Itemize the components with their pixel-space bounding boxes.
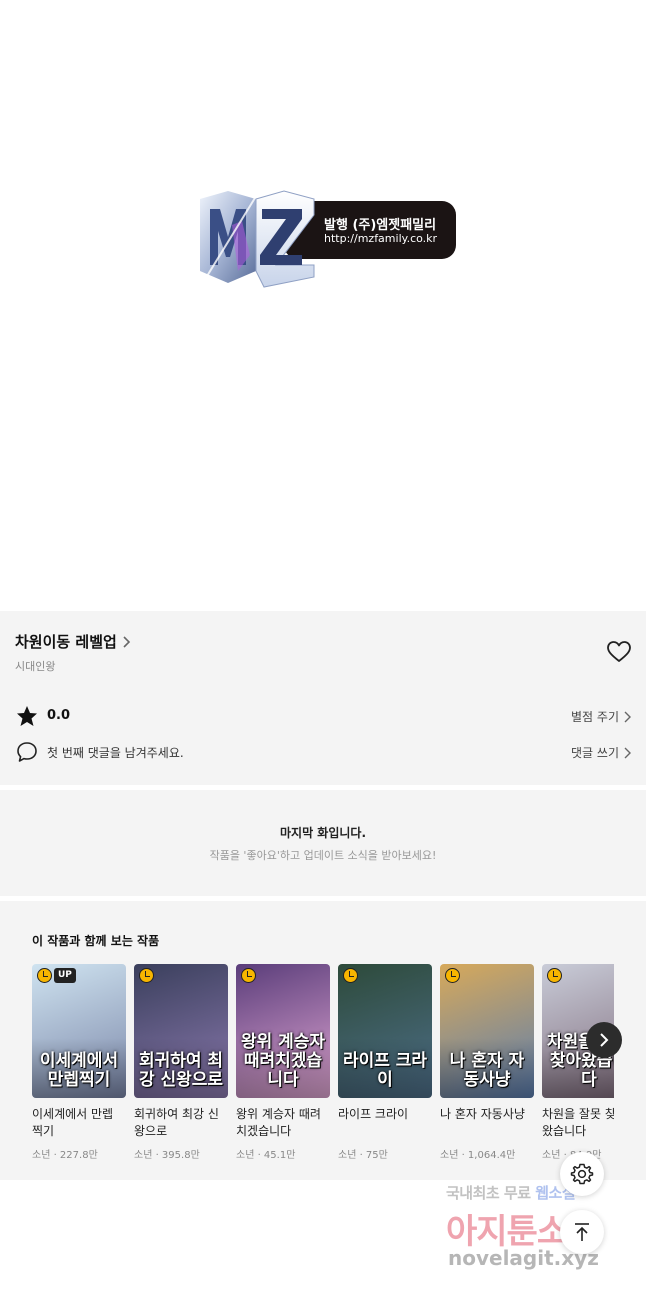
last-episode-notice: 마지막 화입니다. 작품을 '좋아요'하고 업데이트 소식을 받아보세요!: [0, 790, 646, 896]
cover-thumbnail[interactable]: 회귀하여 최강 신왕으로: [134, 964, 228, 1098]
recommendation-title[interactable]: 회귀하여 최강 신왕으로: [134, 1106, 228, 1140]
wait-free-clock-icon: [139, 968, 154, 983]
cover-thumbnail[interactable]: 나 혼자 자동사냥: [440, 964, 534, 1098]
watermark-tagline: 국내최초 무료 웹소설: [446, 1182, 576, 1203]
wait-free-clock-icon: [445, 968, 460, 983]
cover-title-art: 이세계에서 만렙찍기: [39, 1051, 119, 1090]
rating-value: 0.0: [47, 708, 71, 723]
recommendation-card[interactable]: 나 혼자 자동사냥 나 혼자 자동사냥 소년 · 1,064.4만: [440, 964, 534, 1161]
chevron-right-icon: [624, 711, 631, 722]
comment-row: 첫 번째 댓글을 남겨주세요. 댓글 쓰기: [15, 740, 631, 764]
rating-row: 0.0 별점 주기: [15, 704, 631, 728]
episode-info-panel: 차원이동 레벨업 시대인왕 0.0 별점 주기 첫 번째 댓글을 남겨주세요. …: [0, 611, 646, 785]
notice-subtitle: 작품을 '좋아요'하고 업데이트 소식을 받아보세요!: [209, 849, 437, 862]
publisher-name: 발행 (주)엠젯패밀리: [324, 218, 437, 233]
wait-free-clock-icon: [37, 968, 52, 983]
recommendation-title[interactable]: 차원을 잘못 찾아왔습니다: [542, 1106, 614, 1140]
recommendations-heading: 이 작품과 함께 보는 작품: [32, 934, 160, 948]
series-title: 차원이동 레벨업: [15, 633, 117, 651]
recommendations-carousel[interactable]: UP 이세계에서 만렙찍기이세계에서 만렙 찍기소년 · 227.8만 회귀하여 최…: [32, 964, 614, 1174]
recommendation-title[interactable]: 왕위 계승자 때려치겠습니다: [236, 1106, 330, 1140]
rate-button[interactable]: 별점 주기: [571, 708, 631, 725]
star-icon: [17, 706, 37, 726]
cover-thumbnail[interactable]: 라이프 크라이: [338, 964, 432, 1098]
recommendation-card[interactable]: 회귀하여 최강 신왕으로 회귀하여 최강 신왕으로 소년 · 395.8만: [134, 964, 228, 1161]
recommendation-meta: 소년 · 45.1만: [236, 1150, 296, 1161]
cover-title-art: 왕위 계승자 때려치겠습니다: [240, 1032, 326, 1090]
recommendation-card[interactable]: 라이프 크라이 라이프 크라이 소년 · 75만: [338, 964, 432, 1161]
recommendation-meta: 소년 · 75만: [338, 1150, 388, 1161]
recommendation-card[interactable]: 차원을 잘못 찾아왔습니다차원을 잘못 찾아왔습니다소년 · 84.9만: [542, 964, 614, 1161]
recommendations-section: 이 작품과 함께 보는 작품 UP 이세계에서 만렙찍기이세계에서 만렙 찍기소년…: [0, 901, 646, 1180]
write-comment-label: 댓글 쓰기: [571, 746, 619, 760]
publisher-url: http://mzfamily.co.kr: [324, 232, 438, 245]
chevron-right-icon: [123, 635, 130, 648]
chevron-right-icon: [600, 1033, 609, 1047]
write-comment-button[interactable]: 댓글 쓰기: [571, 744, 631, 761]
recommendation-card[interactable]: 왕위 계승자 때려치겠습니다 왕위 계승자 때려치겠습니다 소년 · 45.1만: [236, 964, 330, 1161]
wait-free-clock-icon: [343, 968, 358, 983]
recommendation-card[interactable]: UP 이세계에서 만렙찍기이세계에서 만렙 찍기소년 · 227.8만: [32, 964, 126, 1161]
recommendation-title[interactable]: 나 혼자 자동사냥: [440, 1106, 534, 1140]
wait-free-clock-icon: [547, 968, 562, 983]
gear-icon: [570, 1163, 594, 1185]
recommendation-meta: 소년 · 1,064.4만: [440, 1150, 516, 1161]
cover-title-art: 나 혼자 자동사냥: [449, 1051, 525, 1090]
wait-free-clock-icon: [241, 968, 256, 983]
mz-logo-icon: [200, 190, 315, 288]
rate-label: 별점 주기: [571, 710, 619, 724]
update-badge: UP: [54, 968, 76, 983]
cover-title-art: 회귀하여 최강 신왕으로: [138, 1051, 224, 1090]
comment-prompt[interactable]: 첫 번째 댓글을 남겨주세요.: [47, 744, 184, 761]
heart-icon[interactable]: [606, 640, 632, 664]
episode-viewer: 발행 (주)엠젯패밀리 http://mzfamily.co.kr: [0, 0, 646, 611]
recommendation-meta: 소년 · 227.8만: [32, 1150, 98, 1161]
scroll-top-button[interactable]: [560, 1210, 604, 1254]
carousel-next-button[interactable]: [586, 1022, 622, 1058]
settings-button[interactable]: [560, 1152, 604, 1196]
chevron-right-icon: [624, 747, 631, 758]
arrow-to-top-icon: [575, 1223, 589, 1241]
watermark-tagline-a: 국내최초 무료: [446, 1184, 536, 1202]
notice-title: 마지막 화입니다.: [279, 826, 367, 840]
recommendation-title[interactable]: 라이프 크라이: [338, 1106, 432, 1140]
author-name: 시대인왕: [15, 660, 56, 673]
recommendation-meta: 소년 · 395.8만: [134, 1150, 200, 1161]
comment-bubble-icon: [17, 742, 37, 762]
cover-thumbnail[interactable]: UP 이세계에서 만렙찍기: [32, 964, 126, 1098]
series-title-link[interactable]: 차원이동 레벨업: [15, 631, 131, 652]
cover-thumbnail[interactable]: 왕위 계승자 때려치겠습니다: [236, 964, 330, 1098]
recommendation-title[interactable]: 이세계에서 만렙 찍기: [32, 1106, 126, 1140]
cover-title-art: 라이프 크라이: [342, 1051, 428, 1090]
publisher-banner: 발행 (주)엠젯패밀리 http://mzfamily.co.kr: [198, 185, 458, 289]
